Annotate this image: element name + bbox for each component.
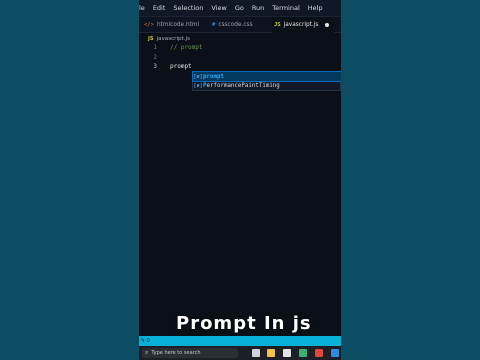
suggestion-item[interactable]: [ø] P erformancePaintTiming — [193, 81, 341, 90]
tab-javascript[interactable]: JS javascript.js — [272, 17, 334, 33]
html-file-icon: </> — [144, 22, 154, 28]
status-bar: Ϟ 0 — [139, 336, 341, 346]
video-title-overlay: Prompt In js — [176, 313, 312, 334]
js-file-icon: JS — [274, 22, 281, 28]
menu-terminal[interactable]: Terminal — [272, 4, 299, 12]
vscode-taskbar-icon[interactable] — [331, 349, 339, 357]
suggestion-rest: erformancePaintTiming — [206, 82, 280, 89]
js-file-icon: JS — [148, 35, 154, 42]
tab-htmlcode[interactable]: </> htmlcode.html — [144, 17, 206, 33]
store-icon[interactable] — [283, 349, 291, 357]
menu-help[interactable]: Help — [308, 4, 323, 12]
breadcrumb: JS javascript.js — [148, 34, 190, 43]
task-view-icon[interactable] — [252, 349, 260, 357]
brave-browser-icon[interactable] — [315, 349, 323, 357]
code-line[interactable]: 2 — [139, 53, 341, 62]
windows-taskbar: ⌕ Type here to search — [139, 346, 341, 360]
tab-label: csscode.css — [218, 22, 253, 28]
menu-go[interactable]: Go — [235, 4, 244, 12]
status-text[interactable]: Ϟ 0 — [141, 338, 150, 344]
editor-tab-bar: </> htmlcode.html # csscode.css JS javas… — [139, 16, 341, 33]
suggestion-widget: [ø] prompt [ø] P erformancePaintTiming — [192, 71, 341, 91]
suggestion-item[interactable]: [ø] prompt — [192, 71, 341, 82]
vscode-window: le Edit Selection View Go Run Terminal H… — [139, 0, 341, 360]
code-line[interactable]: 3 prompt — [139, 62, 341, 71]
tab-label: htmlcode.html — [156, 22, 200, 28]
search-placeholder: Type here to search — [151, 350, 201, 356]
file-explorer-icon[interactable] — [267, 349, 275, 357]
code-line[interactable]: 1 // prompt — [139, 43, 341, 52]
unsaved-dot-icon[interactable] — [325, 23, 330, 27]
code-text: // prompt — [170, 44, 203, 51]
menu-selection[interactable]: Selection — [173, 4, 203, 12]
menu-bar: le Edit Selection View Go Run Terminal H… — [139, 0, 341, 16]
app-icon[interactable] — [299, 349, 307, 357]
menu-edit[interactable]: Edit — [153, 4, 166, 12]
line-number: 3 — [153, 63, 157, 70]
suggestion-match: prompt — [203, 73, 224, 80]
menu-view[interactable]: View — [211, 4, 226, 12]
line-number: 2 — [153, 54, 157, 61]
variable-icon: [ø] — [193, 73, 203, 80]
search-icon: ⌕ — [145, 349, 149, 356]
code-text: prompt — [170, 63, 192, 70]
css-file-icon: # — [212, 22, 216, 28]
menu-run[interactable]: Run — [252, 4, 264, 12]
menu-file[interactable]: le — [139, 4, 145, 12]
tab-label: javascript.js — [283, 22, 319, 28]
breadcrumb-file[interactable]: javascript.js — [156, 36, 190, 42]
tab-csscode[interactable]: # csscode.css — [212, 17, 268, 33]
line-number: 1 — [153, 44, 157, 51]
taskbar-search[interactable]: ⌕ Type here to search — [142, 348, 238, 358]
variable-icon: [ø] — [193, 82, 203, 89]
